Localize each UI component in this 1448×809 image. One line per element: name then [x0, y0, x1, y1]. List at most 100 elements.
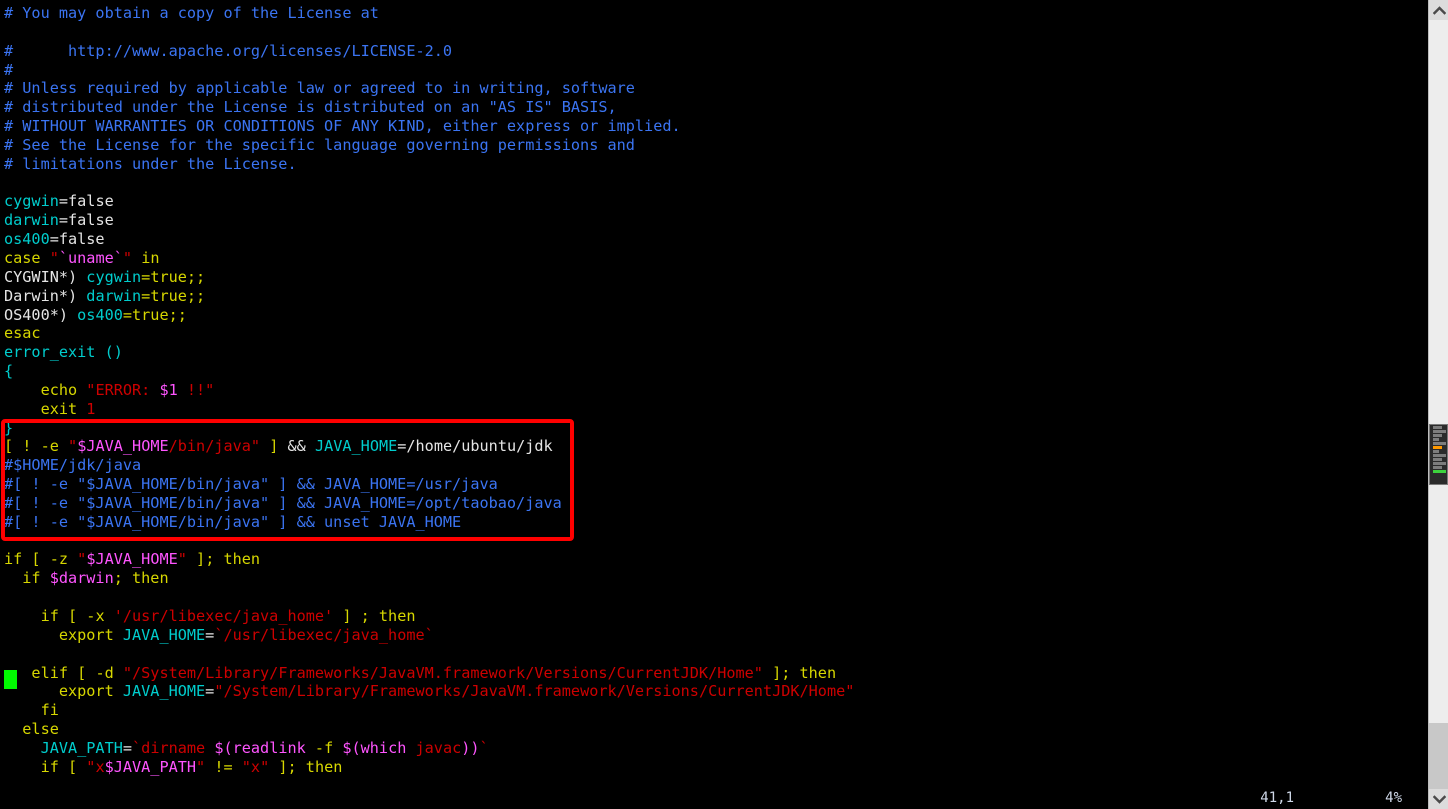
chevron-up-icon	[1432, 5, 1446, 15]
scroll-percent-indicator: 4%	[1385, 790, 1402, 806]
code-line: # WITHOUT WARRANTIES OR CONDITIONS OF AN…	[4, 117, 1424, 136]
code-token: error_exit ()	[4, 343, 123, 362]
code-line: # Unless required by applicable law or a…	[4, 79, 1424, 98]
code-line: export JAVA_HOME=`/usr/libexec/java_home…	[4, 626, 1424, 645]
text-cursor	[4, 670, 17, 689]
code-line: JAVA_PATH=`dirname $(readlink -f $(which…	[4, 739, 1424, 758]
code-token: `	[479, 738, 489, 757]
code-line: fi	[4, 701, 1424, 720]
code-token: $JAVA_PATH	[104, 757, 197, 776]
code-token: #[ ! -e "$JAVA_HOME/bin/java" ] && unset…	[4, 512, 462, 531]
code-token: esac	[4, 324, 41, 343]
code-token: =	[205, 682, 215, 701]
code-token: export	[4, 625, 123, 644]
code-token: if [	[4, 607, 87, 625]
code-token: if	[4, 569, 50, 588]
code-token: -d	[95, 663, 123, 682]
code-token: =	[122, 738, 133, 757]
code-token: "	[68, 437, 78, 456]
code-line: esac	[4, 324, 1424, 343]
minimap-line-marker	[1433, 462, 1446, 465]
code-line: if [ "x$JAVA_PATH" != "x" ]; then	[4, 758, 1424, 777]
code-line: else	[4, 720, 1424, 739]
code-line: #[ ! -e "$JAVA_HOME/bin/java" ] && JAVA_…	[4, 494, 1424, 513]
code-token: "	[241, 757, 251, 776]
code-token: -z	[49, 550, 78, 569]
code-token: cygwin	[86, 267, 142, 286]
code-token: '/usr/libexec/java_home'	[113, 607, 334, 625]
code-token: #$HOME/jdk/java	[4, 456, 142, 475]
scrollbar-page-region[interactable]	[1429, 723, 1448, 789]
code-token: export	[4, 682, 123, 701]
code-token: # Unless required by applicable law or a…	[4, 79, 635, 98]
code-token: x	[250, 757, 261, 776]
minimap-line-marker	[1433, 446, 1442, 449]
code-line: if [ -x '/usr/libexec/java_home' ] ; the…	[4, 607, 1424, 626]
code-line: #[ ! -e "$JAVA_HOME/bin/java" ] && unset…	[4, 513, 1424, 532]
code-token: darwin	[86, 286, 142, 305]
code-line: exit 1	[4, 400, 1424, 419]
code-token: if [	[4, 757, 87, 776]
minimap-line-marker	[1433, 466, 1442, 469]
code-token: javac	[415, 738, 462, 757]
code-token: 1	[86, 399, 96, 418]
code-token: in	[132, 248, 160, 267]
code-token: =	[205, 625, 215, 644]
code-token: =false	[58, 211, 114, 230]
code-token: # WITHOUT WARRANTIES OR CONDITIONS OF AN…	[4, 117, 681, 136]
code-token: ]	[260, 437, 288, 456]
code-token: JAVA_HOME	[122, 682, 206, 701]
minimap-line-marker	[1433, 426, 1442, 429]
scroll-down-button[interactable]	[1429, 789, 1448, 809]
scrollbar-track[interactable]	[1429, 20, 1448, 789]
code-line: CYGWIN*) cygwin=true;;	[4, 268, 1424, 287]
text-editor-pane[interactable]: # You may obtain a copy of the License a…	[0, 0, 1428, 809]
code-token: else	[4, 720, 59, 739]
code-token: ; then	[113, 569, 169, 588]
minimap-line-marker	[1433, 438, 1439, 441]
code-line: # http://www.apache.org/licenses/LICENSE…	[4, 42, 1424, 61]
chevron-down-icon	[1432, 794, 1446, 804]
code-token: # You may obtain a copy of the License a…	[4, 4, 379, 22]
scroll-up-button[interactable]	[1429, 0, 1448, 20]
minimap-line-marker	[1433, 470, 1446, 473]
code-token: JAVA_HOME	[314, 437, 398, 456]
code-token: ]; then	[762, 663, 837, 682]
code-token: =true;;	[141, 267, 206, 286]
code-token: elif [	[4, 663, 96, 682]
code-token: !	[22, 437, 41, 456]
code-line: # You may obtain a copy of the License a…	[4, 4, 1424, 23]
code-token: "	[177, 550, 187, 569]
code-token: /bin/java	[168, 437, 251, 456]
code-token: &&	[287, 437, 315, 456]
code-token: # distributed under the License is distr…	[4, 98, 617, 117]
code-token: "	[250, 437, 261, 456]
code-token: exit	[4, 399, 87, 418]
code-token: "/System/Library/Frameworks/JavaVM.frame…	[122, 663, 763, 682]
code-token: OS400*)	[4, 305, 78, 324]
code-line: if [ -z "$JAVA_HOME" ]; then	[4, 550, 1424, 569]
minimap-scrollbar[interactable]	[1428, 0, 1448, 809]
code-line: # See the License for the specific langu…	[4, 136, 1424, 155]
code-token: # http://www.apache.org/licenses/LICENSE…	[4, 41, 453, 60]
cursor-position-indicator: 41,1	[1260, 790, 1294, 806]
code-token: =false	[58, 192, 114, 211]
code-token: # limitations under the License.	[4, 154, 297, 173]
code-token: "	[77, 550, 87, 569]
code-token: {	[4, 362, 14, 381]
code-line: elif [ -d "/System/Library/Frameworks/Ja…	[4, 664, 1424, 683]
code-token: fi	[4, 701, 59, 720]
code-token: JAVA_PATH	[4, 738, 123, 757]
code-token: # See the License for the specific langu…	[4, 135, 635, 154]
code-token: $darwin	[49, 569, 114, 588]
code-token: }	[4, 418, 14, 437]
scrollbar-thumb[interactable]	[1429, 424, 1448, 485]
code-line: }	[4, 419, 1424, 438]
code-line: cygwin=false	[4, 192, 1424, 211]
code-token: darwin	[4, 211, 59, 230]
code-token: "	[49, 248, 59, 267]
